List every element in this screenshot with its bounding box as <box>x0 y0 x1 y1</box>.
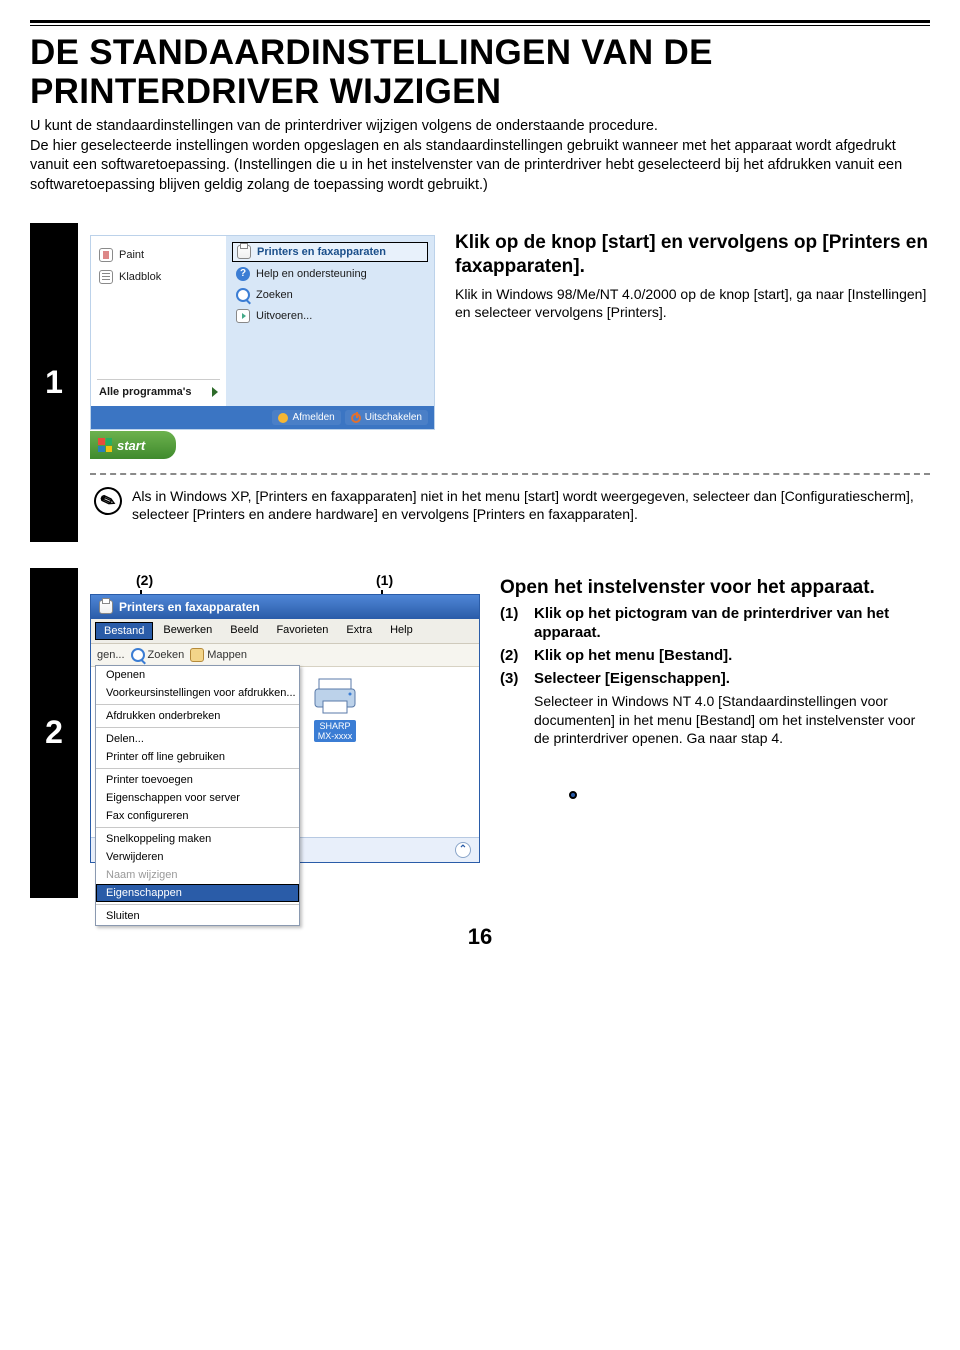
menu-favorieten[interactable]: Favorieten <box>268 622 336 640</box>
search-icon <box>236 288 250 302</box>
notepad-icon <box>99 270 113 284</box>
substep-1: (1) Klik op het pictogram van de printer… <box>500 605 930 643</box>
file-menu-item[interactable]: Sluiten <box>96 907 299 925</box>
start-button[interactable]: start <box>90 431 176 459</box>
step-2-substeps: (1) Klik op het pictogram van de printer… <box>500 605 930 688</box>
window-title-text: Printers en faxapparaten <box>119 600 260 614</box>
search-icon <box>131 648 145 662</box>
toolbar-search-label: Zoeken <box>148 649 185 661</box>
key-icon <box>278 413 288 423</box>
file-menu-item[interactable]: Verwijderen <box>96 848 299 866</box>
file-menu-dropdown: OpenenVoorkeursinstellingen voor afdrukk… <box>95 665 300 926</box>
substep-text: Klik op het pictogram van de printerdriv… <box>534 605 930 643</box>
page-title: DE STANDAARDINSTELLINGEN VAN DE PRINTERD… <box>30 34 930 111</box>
step-1-desc: Klik in Windows 98/Me/NT 4.0/2000 op de … <box>455 285 930 321</box>
paint-label: Paint <box>119 249 144 261</box>
printer-device-icon <box>313 677 357 717</box>
callout-2: (2) <box>136 572 153 588</box>
step-2: 2 (2) (1) Printers en faxapparaten Besta… <box>30 568 930 898</box>
chevron-up-icon: ⌃ <box>455 842 471 858</box>
menu-help[interactable]: Help <box>382 622 421 640</box>
printers-window-screenshot: (2) (1) Printers en faxapparaten Bestand… <box>90 576 480 863</box>
page-number: 16 <box>30 924 930 950</box>
callout-1: (1) <box>376 572 393 588</box>
toolbar-item[interactable]: gen... <box>97 649 125 661</box>
toolbar-folders[interactable]: Mappen <box>190 648 247 662</box>
shutdown-label: Uitschakelen <box>365 412 422 423</box>
intro-text: U kunt de standaardinstellingen van de p… <box>30 117 930 195</box>
step-1-number: 1 <box>30 223 78 541</box>
toolbar-search[interactable]: Zoeken <box>131 648 185 662</box>
shutdown-button[interactable]: Uitschakelen <box>345 410 428 425</box>
substep-3: (3) Selecteer [Eigenschappen]. <box>500 670 930 689</box>
menu-beeld[interactable]: Beeld <box>222 622 266 640</box>
substep-label: (2) <box>500 647 528 666</box>
file-menu-item[interactable]: Afdrukken onderbreken <box>96 707 299 725</box>
file-menu-item[interactable]: Printer off line gebruiken <box>96 748 299 766</box>
step-1: 1 Paint <box>30 223 930 541</box>
menu-bewerken[interactable]: Bewerken <box>155 622 220 640</box>
file-menu-item[interactable]: Eigenschappen <box>96 884 299 902</box>
menu-extra[interactable]: Extra <box>338 622 380 640</box>
kladblok-label: Kladblok <box>119 271 161 283</box>
start-menu-item-run[interactable]: Uitvoeren... <box>232 307 428 325</box>
folder-icon <box>190 648 204 662</box>
search-label: Zoeken <box>256 289 293 301</box>
step-1-note-text: Als in Windows XP, [Printers en faxappar… <box>132 487 926 523</box>
top-rule <box>30 20 930 26</box>
file-menu-item: Naam wijzigen <box>96 866 299 884</box>
step-2-subnote: Selecteer in Windows NT 4.0 [Standaardin… <box>534 692 930 747</box>
menu-bar: Bestand Bewerken Beeld Favorieten Extra … <box>91 619 479 644</box>
start-menu-item-printers-fax[interactable]: Printers en faxapparaten <box>232 242 428 262</box>
substep-text: Selecteer [Eigenschappen]. <box>534 670 730 689</box>
file-menu-item[interactable]: Printer toevoegen <box>96 771 299 789</box>
file-menu-item[interactable]: Fax configureren <box>96 807 299 825</box>
start-menu-item-help[interactable]: ? Help en ondersteuning <box>232 265 428 283</box>
start-menu-all-programs[interactable]: Alle programma's <box>97 379 220 402</box>
substep-label: (1) <box>500 605 528 643</box>
printer-icon <box>237 245 251 259</box>
logoff-label: Afmelden <box>292 412 334 423</box>
menu-bestand[interactable]: Bestand <box>95 622 153 640</box>
substep-2: (2) Klik op het menu [Bestand]. <box>500 647 930 666</box>
toolbar-folders-label: Mappen <box>207 649 247 661</box>
file-menu-item[interactable]: Openen <box>96 666 299 684</box>
printers-fax-label: Printers en faxapparaten <box>257 246 386 258</box>
substep-text: Klik op het menu [Bestand]. <box>534 647 732 666</box>
file-menu-item[interactable]: Delen... <box>96 730 299 748</box>
file-menu-item[interactable]: Eigenschappen voor server <box>96 789 299 807</box>
file-menu-item[interactable]: Snelkoppeling maken <box>96 830 299 848</box>
substep-label: (3) <box>500 670 528 689</box>
start-menu-item-search[interactable]: Zoeken <box>232 286 428 304</box>
start-menu-screenshot: Paint Kladblok Alle programma's <box>90 231 435 459</box>
pencil-icon: ✎ <box>90 483 126 519</box>
power-icon <box>351 413 361 423</box>
printer-label: SHARPMX-xxxx <box>314 720 357 742</box>
help-icon: ? <box>236 267 250 281</box>
step-1-note: ✎ Als in Windows XP, [Printers en faxapp… <box>90 473 930 541</box>
start-menu-item-paint[interactable]: Paint <box>97 244 220 266</box>
all-programs-label: Alle programma's <box>99 386 191 398</box>
printer-driver-icon[interactable]: SHARPMX-xxxx <box>313 677 357 742</box>
printer-icon <box>99 600 113 614</box>
chevron-right-icon <box>212 387 218 397</box>
windows-icon <box>98 438 112 452</box>
step-2-title: Open het instelvenster voor het apparaat… <box>500 576 930 600</box>
paint-icon <box>99 248 113 262</box>
callout-dot <box>569 791 577 799</box>
toolbar: gen... Zoeken Mappen <box>91 644 479 667</box>
run-icon <box>236 309 250 323</box>
step-2-number: 2 <box>30 568 78 898</box>
step-1-title: Klik op de knop [start] en vervolgens op… <box>455 231 930 279</box>
file-menu-item[interactable]: Voorkeursinstellingen voor afdrukken... <box>96 684 299 702</box>
start-menu-item-kladblok[interactable]: Kladblok <box>97 266 220 288</box>
start-label: start <box>117 438 145 453</box>
window-title: Printers en faxapparaten <box>91 595 479 619</box>
logoff-button[interactable]: Afmelden <box>272 410 340 425</box>
help-label: Help en ondersteuning <box>256 268 367 280</box>
run-label: Uitvoeren... <box>256 310 312 322</box>
